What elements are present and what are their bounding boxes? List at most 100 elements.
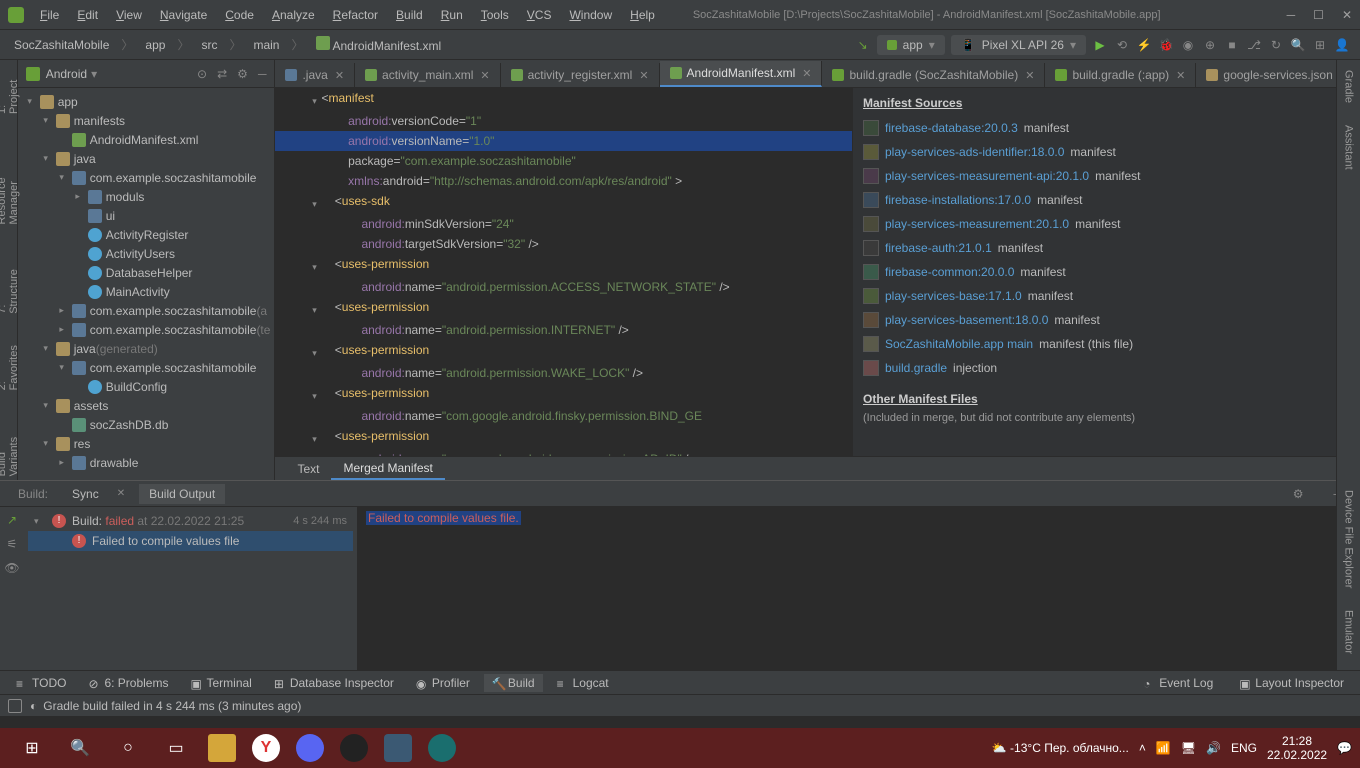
avatar-icon[interactable]: 👤 — [1334, 37, 1350, 53]
tree-item[interactable]: ▾java — [18, 149, 275, 168]
cortana-icon[interactable]: ○ — [112, 732, 144, 764]
minimize-button[interactable]: ─ — [1287, 8, 1296, 22]
breadcrumb-item[interactable]: SocZashitaMobile — [10, 36, 113, 54]
explorer-icon[interactable] — [208, 734, 236, 762]
run-config-selector[interactable]: app▾ — [877, 35, 945, 55]
merged-manifest-tab[interactable]: Merged Manifest — [331, 458, 444, 480]
build-tree[interactable]: ▾!Build: failed at 22.02.2022 21:254 s 2… — [24, 507, 358, 670]
notifications-icon[interactable]: 💬 — [1337, 741, 1352, 755]
tree-item[interactable]: DatabaseHelper — [18, 263, 275, 282]
bottom-tab-6-problems[interactable]: ⊘6: Problems — [80, 674, 176, 692]
build-tree-item[interactable]: !Failed to compile values file — [28, 531, 353, 551]
manifest-source-row[interactable]: play-services-measurement-api:20.1.0 man… — [863, 164, 1350, 188]
tree-item[interactable]: ▾com.example.soczashitamobile — [18, 168, 275, 187]
menu-view[interactable]: View — [108, 4, 150, 26]
editor-tab[interactable]: activity_main.xml✕ — [355, 63, 501, 87]
tree-mode-selector[interactable]: Android — [46, 67, 87, 81]
language-indicator[interactable]: ENG — [1231, 741, 1257, 755]
editor-tab[interactable]: activity_register.xml✕ — [501, 63, 660, 87]
menu-refactor[interactable]: Refactor — [325, 4, 386, 26]
gradle-tool-button[interactable]: Gradle — [1343, 66, 1355, 107]
bottom-tab-layout-inspector[interactable]: ▣Layout Inspector — [1231, 674, 1352, 692]
emulator-button[interactable]: Emulator — [1343, 606, 1355, 658]
attach-icon[interactable]: ⊕ — [1202, 37, 1218, 53]
menu-window[interactable]: Window — [561, 4, 620, 26]
apply-changes-icon[interactable]: ⟲ — [1114, 37, 1130, 53]
battery-icon[interactable]: 📶 — [1156, 741, 1171, 755]
editor-tab[interactable]: AndroidManifest.xml✕ — [660, 61, 823, 87]
manifest-source-row[interactable]: play-services-basement:18.0.0 manifest — [863, 308, 1350, 332]
settings-icon[interactable]: ⊞ — [1312, 37, 1328, 53]
favorites-tool-button[interactable]: 2: Favorites — [0, 332, 20, 394]
device-file-explorer-button[interactable]: Device File Explorer — [1343, 486, 1355, 592]
tree-item[interactable]: ▸com.example.soczashitamobile (a — [18, 301, 275, 320]
expand-all-icon[interactable]: ⇄ — [217, 67, 227, 81]
tree-body[interactable]: ▾app▾manifestsAndroidManifest.xml▾java▾c… — [18, 88, 275, 480]
tree-item[interactable]: ▾manifests — [18, 111, 275, 130]
project-tool-button[interactable]: 1: Project — [0, 66, 20, 118]
manifest-source-row[interactable]: SocZashitaMobile.app main manifest (this… — [863, 332, 1350, 356]
tree-item[interactable]: ▸moduls — [18, 187, 275, 206]
tree-item[interactable]: BuildConfig — [18, 377, 275, 396]
tray-chevron-icon[interactable]: ˄ — [1139, 741, 1146, 755]
close-tab-icon[interactable]: ✕ — [1176, 69, 1185, 82]
manifest-source-row[interactable]: firebase-installations:17.0.0 manifest — [863, 188, 1350, 212]
menu-analyze[interactable]: Analyze — [264, 4, 323, 26]
tree-item[interactable]: AndroidManifest.xml — [18, 130, 275, 149]
tree-item[interactable]: socZashDB.db — [18, 415, 275, 434]
manifest-source-row[interactable]: firebase-common:20.0.0 manifest — [863, 260, 1350, 284]
tree-item[interactable]: ▾app — [18, 92, 275, 111]
manifest-source-row[interactable]: firebase-auth:21.0.1 manifest — [863, 236, 1350, 260]
volume-icon[interactable]: 🔊 — [1206, 741, 1221, 755]
yandex-icon[interactable]: Y — [252, 734, 280, 762]
menu-code[interactable]: Code — [217, 4, 262, 26]
build-variants-button[interactable]: Build Variants — [0, 409, 20, 480]
network-icon[interactable]: 🖥 — [1181, 741, 1196, 755]
code-editor[interactable]: ▾<manifest android:versionCode="1" andro… — [275, 88, 852, 456]
menu-build[interactable]: Build — [388, 4, 431, 26]
manifest-source-row[interactable]: play-services-base:17.1.0 manifest — [863, 284, 1350, 308]
build-settings-icon[interactable]: ⚙ — [1283, 484, 1314, 504]
breadcrumb-item[interactable]: AndroidManifest.xml — [312, 34, 446, 55]
hide-tree-icon[interactable]: ─ — [258, 67, 267, 81]
manifest-source-row[interactable]: build.gradle injection — [863, 356, 1350, 380]
tree-item[interactable]: ▸com.example.soczashitamobile (te — [18, 320, 275, 339]
bottom-tab-logcat[interactable]: ≡Logcat — [549, 674, 617, 692]
breadcrumb-item[interactable]: src — [197, 36, 221, 54]
menu-run[interactable]: Run — [433, 4, 471, 26]
bottom-tab-event-log[interactable]: ◔Event Log — [1135, 674, 1221, 692]
profiler-icon[interactable]: ◉ — [1180, 37, 1196, 53]
sync-icon[interactable]: ↘ — [855, 37, 871, 53]
clock[interactable]: 21:28 22.02.2022 — [1267, 734, 1327, 762]
run-button[interactable]: ▶ — [1092, 37, 1108, 53]
text-tab[interactable]: Text — [285, 459, 331, 479]
bottom-tab-build[interactable]: 🔨Build — [484, 674, 543, 692]
build-output[interactable]: Failed to compile values file. — [358, 507, 1360, 670]
bottom-tab-database-inspector[interactable]: ⊞Database Inspector — [266, 674, 402, 692]
close-tab-icon[interactable]: ✕ — [639, 69, 648, 82]
tree-settings-icon[interactable]: ⚙ — [237, 67, 248, 81]
tree-item[interactable]: ActivityRegister — [18, 225, 275, 244]
maximize-button[interactable]: ☐ — [1313, 8, 1324, 22]
menu-vcs[interactable]: VCS — [519, 4, 560, 26]
tree-item[interactable]: MainActivity — [18, 282, 275, 301]
tree-item[interactable]: ▾java (generated) — [18, 339, 275, 358]
manifest-source-row[interactable]: firebase-database:20.0.3 manifest — [863, 116, 1350, 140]
breadcrumb-item[interactable]: main — [249, 36, 283, 54]
tree-item[interactable]: ui — [18, 206, 275, 225]
device-selector[interactable]: 📱Pixel XL API 26▾ — [951, 35, 1086, 55]
editor-tab[interactable]: .java✕ — [275, 63, 355, 87]
close-button[interactable]: ✕ — [1342, 8, 1352, 22]
menu-help[interactable]: Help — [622, 4, 663, 26]
build-output-tab[interactable]: Build Output — [139, 484, 225, 504]
close-tab-icon[interactable]: ✕ — [1025, 69, 1034, 82]
view-icon[interactable]: 👁 — [4, 561, 19, 575]
filter-icon[interactable]: ⚟ — [7, 537, 18, 551]
stop-button[interactable]: ■ — [1224, 37, 1240, 53]
weather-widget[interactable]: ⛅ -13°C Пер. облачно... — [992, 741, 1129, 755]
start-button[interactable]: ⊞ — [16, 732, 48, 764]
close-tab-icon[interactable]: ✕ — [335, 69, 344, 82]
update-icon[interactable]: ↻ — [1268, 37, 1284, 53]
editor-tab[interactable]: build.gradle (SocZashitaMobile)✕ — [822, 63, 1045, 87]
close-tab-icon[interactable]: ✕ — [480, 69, 489, 82]
